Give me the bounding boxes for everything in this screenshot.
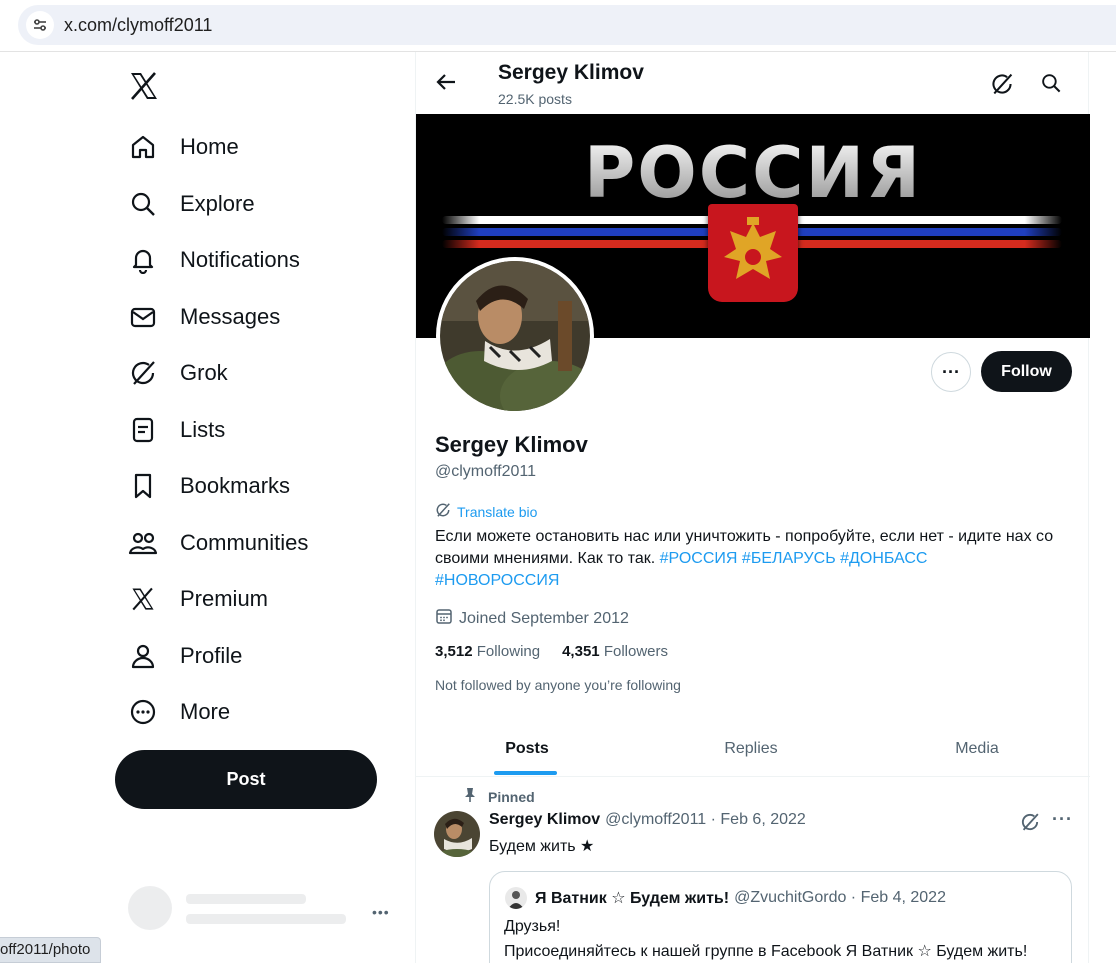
- tab-posts[interactable]: Posts: [416, 720, 638, 777]
- profile-tabs: Posts Replies Media: [416, 720, 1090, 777]
- site-info-icon[interactable]: [26, 11, 54, 39]
- profile-avatar[interactable]: [436, 257, 594, 415]
- nav-more[interactable]: More: [128, 692, 230, 732]
- nav-label: Premium: [180, 586, 269, 611]
- avatar: [505, 887, 527, 909]
- quote-text-line: Друзья!: [504, 918, 561, 935]
- profile-column: Sergey Klimov 22.5K posts РОССИЯ ··· Fol…: [415, 52, 1090, 963]
- nav-label: Home: [180, 134, 239, 159]
- envelope-icon: [128, 302, 158, 332]
- grok-icon: [435, 502, 451, 521]
- followers-label: Followers: [603, 643, 668, 660]
- following-link[interactable]: 3,512 Following: [435, 643, 540, 660]
- nav-home[interactable]: Home: [128, 127, 239, 167]
- nav-label: More: [180, 699, 231, 724]
- translate-label: Translate bio: [457, 503, 538, 520]
- pin-icon: [464, 787, 476, 806]
- left-navigation: Home Explore Notifications Messages Grok…: [0, 52, 415, 963]
- profile-handle: @clymoff2011: [435, 463, 537, 480]
- nav-premium[interactable]: Premium: [128, 579, 268, 619]
- tweet-header: Sergey Klimov @clymoff2011 · Feb 6, 2022: [489, 811, 806, 829]
- nav-label: Grok: [180, 360, 228, 385]
- nav-messages[interactable]: Messages: [128, 297, 280, 337]
- tweet-more-icon[interactable]: ···: [1052, 809, 1073, 830]
- nav-grok[interactable]: Grok: [128, 353, 228, 393]
- grok-icon: [128, 358, 158, 388]
- x-logo-icon[interactable]: [128, 70, 160, 102]
- pinned-label-row: Pinned: [464, 787, 535, 806]
- nav-label: Explore: [180, 191, 255, 216]
- header-post-count: 22.5K posts: [498, 91, 572, 107]
- profile-name: Sergey Klimov: [435, 432, 588, 457]
- quote-text-line: Присоединяйтесь к нашей группе в Faceboo…: [504, 943, 1028, 960]
- status-url-tooltip: off2011/photo: [0, 937, 102, 963]
- tweet-meta: @clymoff2011 · Feb 6, 2022: [605, 811, 806, 828]
- url-field[interactable]: x.com/clymoff2011: [18, 5, 1116, 45]
- follow-button[interactable]: Follow: [981, 351, 1072, 392]
- tweet-text: Будем жить ★: [489, 838, 595, 855]
- nav-explore[interactable]: Explore: [128, 184, 255, 224]
- calendar-icon: [435, 607, 453, 630]
- not-followed-note: Not followed by anyone you’re following: [435, 677, 681, 693]
- nav-lists[interactable]: Lists: [128, 410, 225, 450]
- profile-more-button[interactable]: ···: [931, 352, 971, 392]
- people-icon: [128, 528, 158, 558]
- search-icon[interactable]: [1040, 72, 1062, 99]
- quote-header: Я Ватник ☆ Будем жить! @ZvuchitGordo · F…: [505, 887, 946, 909]
- list-icon: [128, 415, 158, 445]
- quote-meta: @ZvuchitGordo · Feb 4, 2022: [734, 889, 946, 906]
- back-arrow-icon[interactable]: [434, 70, 458, 94]
- tab-replies[interactable]: Replies: [638, 720, 864, 777]
- home-icon: [128, 132, 158, 162]
- following-count: 3,512: [435, 643, 473, 660]
- nav-bookmarks[interactable]: Bookmarks: [128, 466, 290, 506]
- profile-header-bar: Sergey Klimov 22.5K posts: [416, 52, 1090, 114]
- bookmark-icon: [128, 471, 158, 501]
- joined-label: Joined September 2012: [459, 609, 629, 627]
- search-icon: [128, 189, 158, 219]
- browser-address-bar: x.com/clymoff2011: [0, 0, 1116, 52]
- post-button[interactable]: Post: [115, 750, 377, 809]
- account-more-icon[interactable]: •••: [372, 904, 390, 920]
- pinned-label: Pinned: [488, 788, 535, 805]
- x-logo-icon: [128, 584, 158, 614]
- person-icon: [128, 641, 158, 671]
- header-name: Sergey Klimov: [498, 61, 644, 84]
- profile-bio: Если можете остановить нас или уничтожит…: [435, 526, 1071, 592]
- nav-label: Bookmarks: [180, 473, 291, 498]
- avatar: [128, 886, 172, 930]
- more-circle-icon: [128, 697, 158, 727]
- avatar[interactable]: [434, 811, 480, 857]
- translate-bio-link[interactable]: Translate bio: [435, 502, 537, 521]
- followers-link[interactable]: 4,351 Followers: [562, 643, 668, 660]
- nav-label: Lists: [180, 417, 226, 442]
- nav-label: Communities: [180, 530, 309, 555]
- hashtag-link[interactable]: #ДОНБАСС: [840, 550, 927, 567]
- nav-label: Notifications: [180, 247, 300, 272]
- coat-of-arms-icon: [708, 204, 798, 302]
- hashtag-link[interactable]: #НОВОРОССИЯ: [435, 572, 559, 589]
- nav-communities[interactable]: Communities: [128, 523, 308, 563]
- quoted-tweet[interactable]: Я Ватник ☆ Будем жить! @ZvuchitGordo · F…: [489, 871, 1072, 963]
- account-switcher[interactable]: [128, 884, 388, 944]
- followers-count: 4,351: [562, 643, 600, 660]
- active-tab-indicator: [494, 771, 557, 775]
- follow-stats: 3,512 Following 4,351 Followers: [435, 643, 690, 660]
- nav-profile[interactable]: Profile: [128, 636, 242, 676]
- banner-title: РОССИЯ: [416, 132, 1090, 214]
- tab-media[interactable]: Media: [864, 720, 1090, 777]
- nav-label: Messages: [180, 304, 281, 329]
- bell-icon: [128, 245, 158, 275]
- grok-icon[interactable]: [1020, 812, 1040, 837]
- url-text: x.com/clymoff2011: [64, 15, 213, 35]
- following-label: Following: [476, 643, 541, 660]
- joined-date: Joined September 2012: [435, 607, 629, 630]
- tweet-author-name[interactable]: Sergey Klimov: [489, 811, 600, 829]
- grok-icon[interactable]: [990, 72, 1014, 101]
- nav-notifications[interactable]: Notifications: [128, 240, 300, 280]
- hashtag-link[interactable]: #РОССИЯ: [660, 550, 738, 567]
- hashtag-link[interactable]: #БЕЛАРУСЬ: [742, 550, 836, 567]
- quote-author-name: Я Ватник ☆ Будем жить!: [535, 890, 730, 907]
- nav-label: Profile: [180, 643, 243, 668]
